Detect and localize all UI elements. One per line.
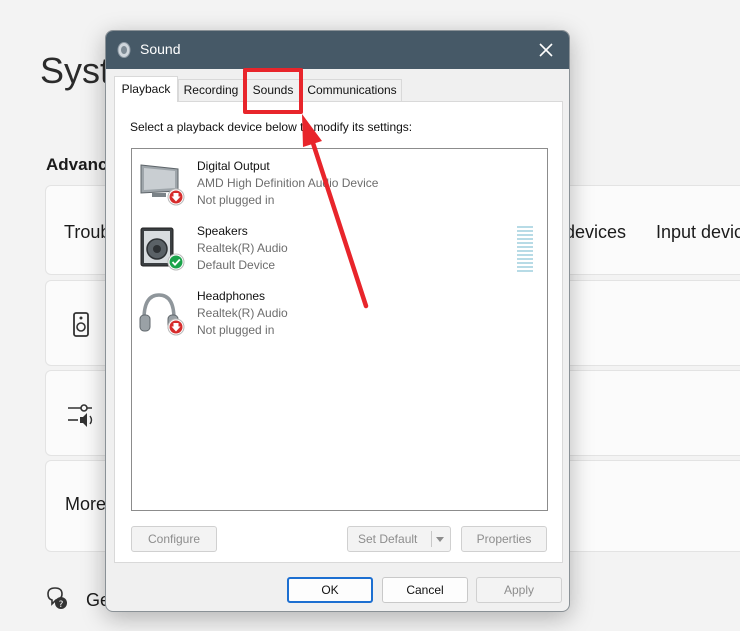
tab-playback[interactable]: Playback xyxy=(114,76,178,102)
annotation-arrow xyxy=(302,114,369,309)
